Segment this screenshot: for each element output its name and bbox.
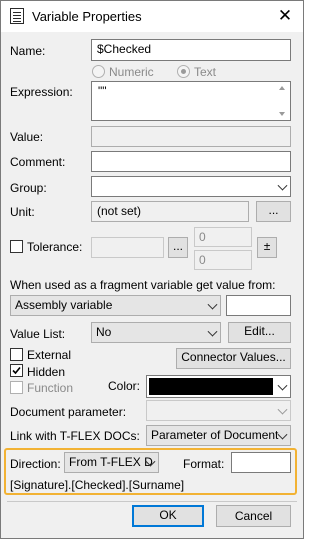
- unit-label: Unit:: [10, 205, 35, 219]
- tolerance-checkbox[interactable]: [10, 240, 23, 253]
- link-docs-label: Link with T-FLEX DOCs:: [10, 429, 140, 443]
- link-docs-combo[interactable]: Parameter of Document: [146, 425, 291, 446]
- group-combo[interactable]: [91, 176, 291, 197]
- tolerance-label: Tolerance:: [27, 240, 83, 254]
- unit-field: (not set): [91, 201, 249, 222]
- edit-value-list-button[interactable]: Edit...: [228, 322, 291, 343]
- dialog-window: Variable Properties ✕ Name: $Checked Num…: [0, 0, 304, 539]
- chevron-down-icon: [277, 180, 288, 191]
- value-field: [91, 126, 291, 147]
- text-radio[interactable]: [177, 65, 190, 78]
- annotation-highlight-box: [4, 448, 297, 495]
- chevron-down-icon: [207, 326, 218, 337]
- hidden-label: Hidden: [27, 365, 66, 379]
- tolerance-upper-value: 0: [199, 230, 206, 244]
- expression-label: Expression:: [10, 85, 73, 99]
- value-list-combo[interactable]: No: [91, 322, 221, 343]
- tolerance-lower-field[interactable]: 0: [194, 250, 252, 270]
- value-label: Value:: [10, 130, 44, 144]
- document-parameter-combo[interactable]: [146, 400, 291, 421]
- cancel-button[interactable]: Cancel: [216, 505, 291, 527]
- comment-input[interactable]: [91, 151, 291, 172]
- tolerance-browse-button[interactable]: ...: [168, 237, 188, 258]
- expression-scroll[interactable]: [275, 82, 290, 120]
- close-icon[interactable]: ✕: [271, 3, 299, 29]
- tolerance-lower-value: 0: [199, 253, 206, 267]
- text-radio-label: Text: [194, 65, 217, 79]
- checkmark-icon: [12, 366, 21, 375]
- title-bar: Variable Properties ✕: [1, 1, 303, 32]
- unit-browse-button[interactable]: ...: [256, 201, 291, 222]
- value-list-value: No: [96, 325, 112, 339]
- value-list-label: Value List:: [10, 327, 66, 341]
- chevron-down-icon: [277, 429, 288, 440]
- plus-minus-button[interactable]: ±: [257, 237, 277, 258]
- document-parameter-label: Document parameter:: [10, 405, 127, 419]
- color-label: Color:: [108, 379, 141, 393]
- comment-label: Comment:: [10, 155, 66, 169]
- external-label: External: [27, 348, 72, 362]
- ok-button[interactable]: OK: [132, 505, 204, 527]
- expression-value: "": [98, 84, 107, 98]
- chevron-down-icon: [277, 380, 288, 391]
- group-label: Group:: [10, 181, 47, 195]
- color-combo[interactable]: [146, 375, 291, 398]
- function-label: Function: [27, 381, 74, 395]
- chevron-down-icon: [277, 404, 288, 415]
- function-checkbox[interactable]: [10, 381, 23, 394]
- window-title: Variable Properties: [32, 9, 142, 24]
- chevron-down-icon: [207, 299, 218, 310]
- name-label: Name:: [10, 44, 46, 58]
- expression-input[interactable]: "": [91, 81, 291, 121]
- numeric-radio[interactable]: [92, 65, 105, 78]
- tolerance-upper-field[interactable]: 0: [194, 227, 252, 247]
- color-swatch: [149, 378, 273, 395]
- fragment-variable-input[interactable]: [226, 295, 291, 316]
- connector-values-button[interactable]: Connector Values...: [176, 348, 291, 369]
- hidden-checkbox[interactable]: [10, 364, 23, 377]
- fragment-label: When used as a fragment variable get val…: [10, 278, 276, 292]
- fragment-source-value: Assembly variable: [15, 298, 113, 312]
- fragment-source-combo[interactable]: Assembly variable: [10, 295, 221, 316]
- external-checkbox[interactable]: [10, 348, 23, 361]
- divider: [7, 501, 297, 502]
- numeric-radio-label: Numeric: [109, 65, 154, 79]
- name-input[interactable]: $Checked: [91, 39, 291, 61]
- app-table-icon: [10, 8, 24, 24]
- link-docs-value: Parameter of Document: [151, 428, 279, 442]
- tolerance-nominal-field: [91, 237, 164, 258]
